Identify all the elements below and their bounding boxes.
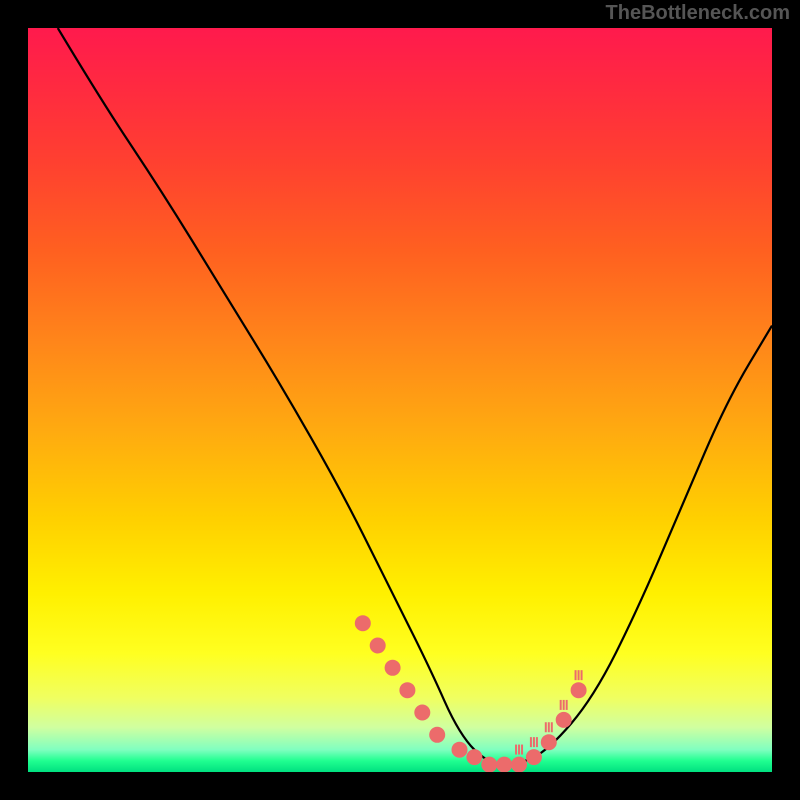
- data-point: [370, 638, 386, 654]
- watermark-text: TheBottleneck.com: [606, 2, 790, 25]
- data-point: [355, 615, 371, 631]
- plot-area: [28, 28, 772, 772]
- curve-group: [58, 28, 772, 765]
- data-point: [511, 757, 527, 772]
- data-point: [414, 705, 430, 721]
- data-point: [526, 749, 542, 765]
- data-point: [556, 712, 572, 728]
- data-point: [452, 742, 468, 758]
- data-point: [466, 749, 482, 765]
- data-point: [541, 734, 557, 750]
- data-points-group: [355, 615, 587, 772]
- data-point: [429, 727, 445, 743]
- data-point: [385, 660, 401, 676]
- data-point: [481, 757, 497, 772]
- data-point: [571, 682, 587, 698]
- chart-svg: [28, 28, 772, 772]
- data-point: [399, 682, 415, 698]
- data-point: [496, 757, 512, 772]
- bottleneck-curve: [58, 28, 772, 765]
